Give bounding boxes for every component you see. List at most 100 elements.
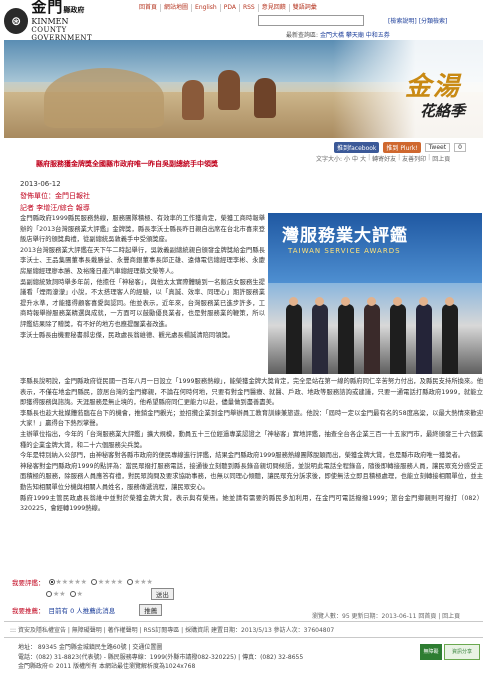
paragraph: 金門縣政府1999縣民服務熱線，服務團隊積極、有效率的工作獲肯定，榮獲工商時報舉… — [20, 215, 265, 244]
person-figure — [338, 304, 354, 374]
star-icon: ★★★★★ — [55, 578, 87, 586]
star-icon: ★★★ — [134, 578, 153, 586]
radio-icon[interactable] — [127, 579, 133, 585]
child-figure — [254, 78, 276, 118]
copyright-line: 金門縣政府© 2011 版權所有 本網站最佳瀏覽解析度為1024x768 — [18, 663, 196, 670]
update-info: 瀏覽人數：95 更新日期：2013-06-11 回首頁 | 回上頁 — [312, 613, 461, 620]
site-logo[interactable]: ⊛ 金門縣政府 KINMEN COUNTY GOVERNMENT — [4, 0, 124, 42]
person-figure — [286, 304, 302, 374]
latest-search-label: 最新查詢區: — [286, 32, 319, 39]
rating-section: 我要評鑑： ★★★★★ ★★★★ ★★★ ★★ ★ 送出 我要推薦： 目前有 0… — [12, 576, 174, 616]
accessibility-badge[interactable]: 無障礙 — [420, 644, 442, 660]
rating-submit-button[interactable]: 送出 — [150, 588, 174, 600]
article-body-full: 李縣長說明說，金門縣政府從民國一百年八月一日設立「1999服務熱線」，能榮獲金牌… — [20, 377, 483, 515]
tweet-count: 0 — [454, 143, 466, 152]
recommend-button[interactable]: 推薦 — [139, 604, 163, 616]
logo-text: 金門縣政府 KINMEN COUNTY GOVERNMENT — [31, 0, 124, 42]
rating-label: 我要評鑑： — [12, 579, 45, 587]
rating-option-1[interactable]: ★ — [69, 590, 83, 598]
info-share-badge[interactable]: 資訊分享 — [444, 644, 480, 660]
divider: | — [398, 154, 401, 161]
address-line: 地址： 89345 金門縣金城鎮民生路60號 | 交通位置圖 — [18, 644, 163, 651]
rating-option-3[interactable]: ★★★ — [127, 578, 153, 586]
logo-emblem-icon: ⊛ — [4, 8, 29, 34]
latest-search-link[interactable]: 金門大橋 攀天廟 中和五券 — [320, 32, 390, 39]
person-figure — [312, 304, 328, 374]
paragraph: 李沃士縣長由機要秘書郝忠傑，民政處長翁維德、觀光處長楊誠清陪同領獎。 — [20, 331, 235, 339]
print-link[interactable]: 友善列印 — [402, 154, 426, 163]
radio-icon[interactable] — [69, 591, 76, 597]
award-ceremony-photo: 灣服務業大評鑑 TAIWAN SERVICE AWARDS — [268, 213, 482, 374]
recommend-count: 目前有 0 人推薦此消息 — [48, 607, 116, 615]
search-links: [檢索說明] [分類檢索] — [388, 16, 447, 25]
article-tools: 文字大小: 小 中 大 | 轉寄好友 | 友善列印 | 回上頁 — [316, 154, 450, 163]
person-head — [367, 297, 376, 306]
rating-option-4[interactable]: ★★★★ — [90, 578, 123, 586]
article-body-left: 金門縣政府1999縣民服務熱線，服務團隊積極、有效率的工作獲肯定，榮獲工商時報舉… — [20, 214, 265, 341]
footer-address: 地址： 89345 金門縣金城鎮民生路60號 | 交通位置圖 電話：(082) … — [18, 643, 303, 672]
share-facebook-button[interactable]: 推到facebook — [334, 142, 380, 153]
rating-row: 我要評鑑： ★★★★★ ★★★★ ★★★ — [12, 576, 174, 588]
latest-search: 最新查詢區: 金門大橋 攀天廟 中和五券 — [286, 30, 390, 39]
logo-en-line1: KINMEN — [31, 17, 69, 26]
radio-icon[interactable] — [48, 579, 55, 585]
paragraph: 神秘客對金門縣政府1999的點評為：當民眾撥打服務電話，接通後立刻聽到縣長錄音親… — [20, 462, 483, 491]
nav-rss[interactable]: RSS — [238, 4, 258, 12]
share-plurk-button[interactable]: 推到 Plurk! — [383, 142, 421, 153]
person-figure — [390, 304, 406, 374]
divider: | — [428, 154, 431, 161]
sand-sculpture-image — [44, 68, 164, 128]
star-icon: ★ — [76, 590, 83, 598]
person-head — [419, 297, 428, 306]
nav-bilingual[interactable]: 雙語詞彙 — [288, 4, 320, 12]
person-figure — [416, 304, 432, 374]
person-head — [341, 297, 350, 306]
star-icon: ★★★★ — [97, 578, 123, 586]
article-meta: 2013-06-12 發佈單位：金門日報社 記者 李增汪/綜合 報導 — [20, 178, 90, 214]
recommend-row: 我要推薦： 目前有 0 人推薦此消息 推薦 — [12, 604, 174, 616]
search-help-link[interactable]: [檢索說明] — [388, 16, 417, 25]
back-link[interactable]: 回上頁 — [432, 154, 450, 163]
article-date: 2013-06-12 — [20, 180, 61, 188]
rating-option-5[interactable]: ★★★★★ — [48, 578, 87, 586]
footer-divider — [4, 621, 483, 622]
tweet-button[interactable]: Tweet — [424, 143, 451, 152]
child-figure — [182, 80, 204, 120]
logo-main: 金門縣政府 — [31, 0, 85, 16]
font-size-label: 文字大小: — [316, 156, 343, 163]
nav-feedback[interactable]: 意見回饋 — [257, 4, 289, 12]
paragraph: 李縣長說明說，金門縣政府從民國一百年八月一日設立「1999服務熱線」，能榮獲金牌… — [20, 378, 483, 407]
category-search-link[interactable]: [分類檢索] — [419, 16, 448, 25]
recommend-label: 我要推薦： — [12, 607, 45, 615]
nav-home[interactable]: 回首頁 — [136, 4, 160, 12]
paragraph: 主辦單位指出，今年的「台灣服務業大評鑑」擴大規模，動員五十三位經過專業認證之「神… — [20, 430, 483, 449]
person-head — [289, 297, 298, 306]
font-large-button[interactable]: 大 — [360, 154, 366, 163]
nav-english[interactable]: English — [191, 4, 220, 12]
banner-subtitle: 花絡季 — [419, 102, 465, 120]
person-head — [445, 297, 454, 306]
backdrop-subtext: TAIWAN SERVICE AWARDS — [288, 247, 401, 255]
forward-friend-link[interactable]: 轉寄好友 — [372, 154, 396, 163]
nav-sitemap[interactable]: 網站地圖 — [160, 4, 191, 12]
rating-option-2[interactable]: ★★ — [46, 590, 66, 598]
nav-pda[interactable]: PDA — [219, 4, 239, 12]
paragraph: 今年是特別納入公部門，由神秘客對各縣市政府的便民專線進行評鑑，結果金門縣政府19… — [20, 452, 465, 460]
radio-icon[interactable] — [46, 591, 52, 597]
hero-banner: 金湯 花絡季 — [4, 40, 483, 138]
radio-icon[interactable] — [90, 579, 97, 585]
share-bar: 推到facebook 推到 Plurk! Tweet 0 — [334, 142, 466, 153]
font-small-button[interactable]: 小 — [344, 154, 350, 163]
rating-row: ★★ ★ 送出 — [12, 588, 174, 600]
search-input[interactable] — [258, 15, 364, 26]
reporter: 記者 李增汪/綜合 報導 — [20, 204, 90, 212]
child-figure — [218, 70, 240, 110]
font-medium-button[interactable]: 中 — [352, 154, 358, 163]
paragraph: 吳副總統致詞時舉多年前，他擔任「神秘客」，與他太太實際體驗到一名飯店女服務生提議… — [20, 278, 265, 328]
footer-links[interactable]: ::: 資安及隱私權宣告 | 無障礙聲明 | 著作權聲明 | RSS訂閱專區 |… — [10, 625, 334, 634]
page: ⊛ 金門縣政府 KINMEN COUNTY GOVERNMENT 回首頁 網站地… — [0, 0, 487, 685]
footer-divider — [4, 637, 483, 638]
paragraph: 李縣長也趁大批媒體蒞臨在台下的機會，推銷金門觀光；並招攬企業到金門舉辦員工教育訓… — [20, 409, 483, 428]
phone-line: 電話：(082) 31-8823(代表號) - 縣民服務專線：1999(外縣市請… — [18, 653, 304, 661]
top-nav: 回首頁 網站地圖 English PDA RSS 意見回饋 雙語詞彙 — [136, 4, 320, 12]
